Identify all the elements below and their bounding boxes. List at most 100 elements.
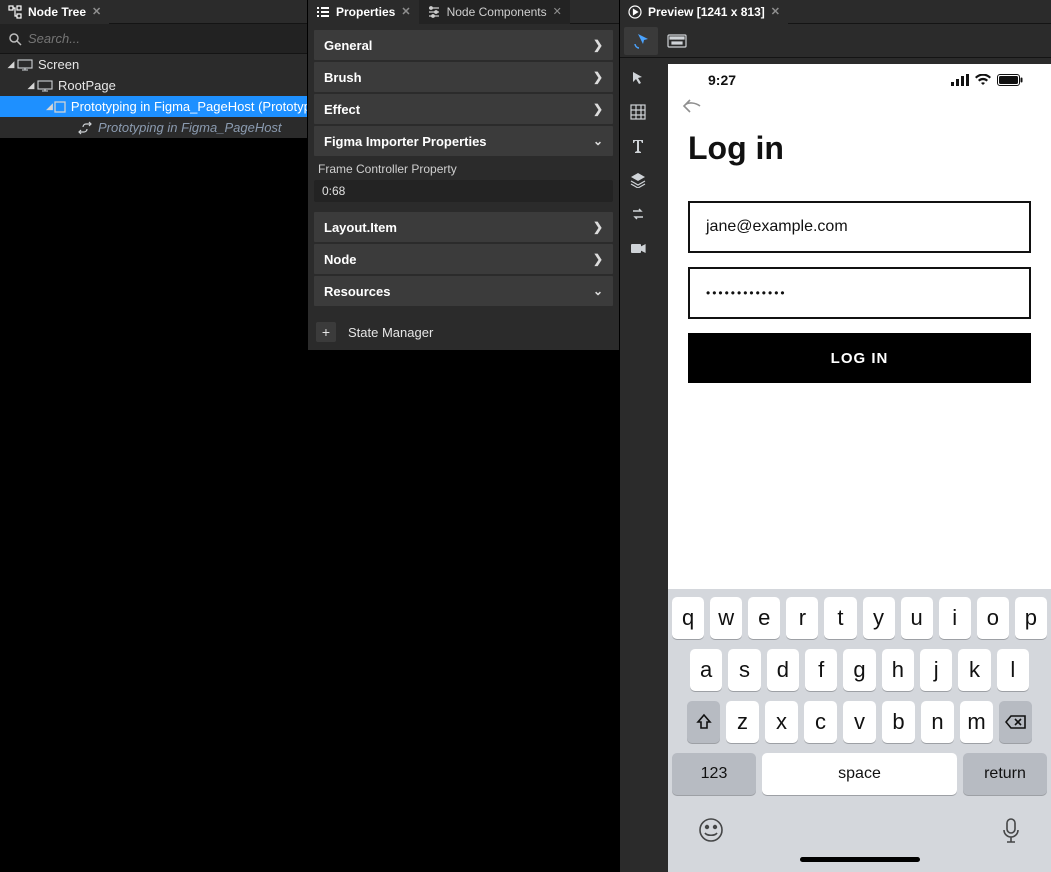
figma-field-label: Frame Controller Property [314, 156, 613, 180]
keyboard-tool-button[interactable] [660, 27, 694, 55]
key-b[interactable]: b [882, 701, 915, 743]
key-u[interactable]: u [901, 597, 933, 639]
grid-tool[interactable] [623, 96, 653, 128]
layers-tool[interactable] [623, 164, 653, 196]
key-c[interactable]: c [804, 701, 837, 743]
tree-item-screen[interactable]: ◢ Screen [0, 54, 307, 75]
key-row-2: asdfghjkl [672, 649, 1047, 691]
key-n[interactable]: n [921, 701, 954, 743]
category-label: Layout.Item [324, 220, 397, 235]
shift-key[interactable] [687, 701, 720, 743]
keyboard-bottom-row [672, 805, 1047, 851]
figma-field-input[interactable]: 0:68 [314, 180, 613, 202]
category-label: Resources [324, 284, 390, 299]
key-q[interactable]: q [672, 597, 704, 639]
key-d[interactable]: d [767, 649, 799, 691]
node-tree-empty-area [0, 138, 307, 872]
key-g[interactable]: g [843, 649, 875, 691]
tree-item-rootpage[interactable]: ◢ RootPage [0, 75, 307, 96]
play-icon [628, 5, 642, 19]
monitor-icon [16, 58, 34, 72]
category-resources[interactable]: Resources ⌄ [314, 276, 613, 306]
signal-icon [951, 74, 969, 86]
login-screen: Log in jane@example.com ••••••••••••• LO… [668, 114, 1051, 383]
key-l[interactable]: l [997, 649, 1029, 691]
chevron-right-icon: ❯ [593, 252, 603, 266]
key-r[interactable]: r [786, 597, 818, 639]
preview-panel: Preview [1241 x 813] ✕ [620, 0, 1051, 872]
key-o[interactable]: o [977, 597, 1009, 639]
tab-properties[interactable]: Properties ✕ [308, 0, 419, 24]
search-input[interactable] [28, 31, 299, 46]
close-icon[interactable]: ✕ [553, 5, 562, 18]
close-icon[interactable]: ✕ [92, 5, 101, 18]
category-figma[interactable]: Figma Importer Properties ⌄ [314, 126, 613, 156]
chevron-down-icon: ◢ [26, 80, 36, 91]
emoji-icon[interactable] [698, 817, 724, 845]
category-layout[interactable]: Layout.Item ❯ [314, 212, 613, 242]
return-key[interactable]: return [963, 753, 1047, 795]
backspace-key[interactable] [999, 701, 1032, 743]
add-state-manager-row: + State Manager [308, 314, 619, 350]
touch-tool-button[interactable] [624, 27, 658, 55]
tree-item-label: Prototyping in Figma_PageHost [98, 120, 282, 135]
list-icon [316, 5, 330, 19]
tab-preview[interactable]: Preview [1241 x 813] ✕ [620, 0, 788, 24]
key-t[interactable]: t [824, 597, 856, 639]
email-field[interactable]: jane@example.com [688, 201, 1031, 253]
close-icon[interactable]: ✕ [771, 5, 780, 18]
category-general[interactable]: General ❯ [314, 30, 613, 60]
mic-icon[interactable] [1001, 817, 1021, 845]
properties-tabbar: Properties ✕ Node Components ✕ [308, 0, 619, 24]
category-label: Brush [324, 70, 362, 85]
numbers-key[interactable]: 123 [672, 753, 756, 795]
category-brush[interactable]: Brush ❯ [314, 62, 613, 92]
text-tool[interactable] [623, 130, 653, 162]
key-j[interactable]: j [920, 649, 952, 691]
category-effect[interactable]: Effect ❯ [314, 94, 613, 124]
category-node[interactable]: Node ❯ [314, 244, 613, 274]
properties-panel: Properties ✕ Node Components ✕ General ❯… [308, 0, 620, 872]
tab-components[interactable]: Node Components ✕ [419, 0, 570, 24]
search-icon [8, 32, 22, 46]
camera-tool[interactable] [623, 232, 653, 264]
login-button[interactable]: LOG IN [688, 333, 1031, 383]
key-s[interactable]: s [728, 649, 760, 691]
password-field[interactable]: ••••••••••••• [688, 267, 1031, 319]
category-label: Effect [324, 102, 360, 117]
key-p[interactable]: p [1015, 597, 1047, 639]
back-button[interactable] [668, 96, 1051, 114]
add-button[interactable]: + [316, 322, 336, 342]
node-tree-search [0, 24, 307, 54]
key-a[interactable]: a [690, 649, 722, 691]
tree-item-pagehost-inner[interactable]: Prototyping in Figma_PageHost [0, 117, 307, 138]
tab-components-label: Node Components [447, 5, 547, 19]
key-v[interactable]: v [843, 701, 876, 743]
key-w[interactable]: w [710, 597, 742, 639]
key-x[interactable]: x [765, 701, 798, 743]
tab-node-tree[interactable]: Node Tree ✕ [0, 0, 109, 24]
swap-tool[interactable] [623, 198, 653, 230]
battery-icon [997, 74, 1023, 86]
pointer-tool[interactable] [623, 62, 653, 94]
chevron-right-icon: ❯ [593, 220, 603, 234]
key-f[interactable]: f [805, 649, 837, 691]
preview-toolbar [620, 24, 1051, 58]
key-h[interactable]: h [882, 649, 914, 691]
key-i[interactable]: i [939, 597, 971, 639]
chevron-right-icon: ❯ [593, 38, 603, 52]
tree-item-label: Prototyping in Figma_PageHost (Prototypi… [71, 99, 307, 114]
sliders-icon [427, 5, 441, 19]
space-key[interactable]: space [762, 753, 957, 795]
tree-item-pagehost[interactable]: ◢ Prototyping in Figma_PageHost (Prototy… [0, 96, 307, 117]
key-k[interactable]: k [958, 649, 990, 691]
key-row-3: zxcvbnm [672, 701, 1047, 743]
key-y[interactable]: y [863, 597, 895, 639]
node-tree-panel: Node Tree ✕ ◢ Screen [0, 0, 308, 872]
key-e[interactable]: e [748, 597, 780, 639]
category-label: Figma Importer Properties [324, 134, 487, 149]
key-m[interactable]: m [960, 701, 993, 743]
close-icon[interactable]: ✕ [401, 5, 410, 18]
tab-preview-label: Preview [1241 x 813] [648, 5, 765, 19]
key-z[interactable]: z [726, 701, 759, 743]
